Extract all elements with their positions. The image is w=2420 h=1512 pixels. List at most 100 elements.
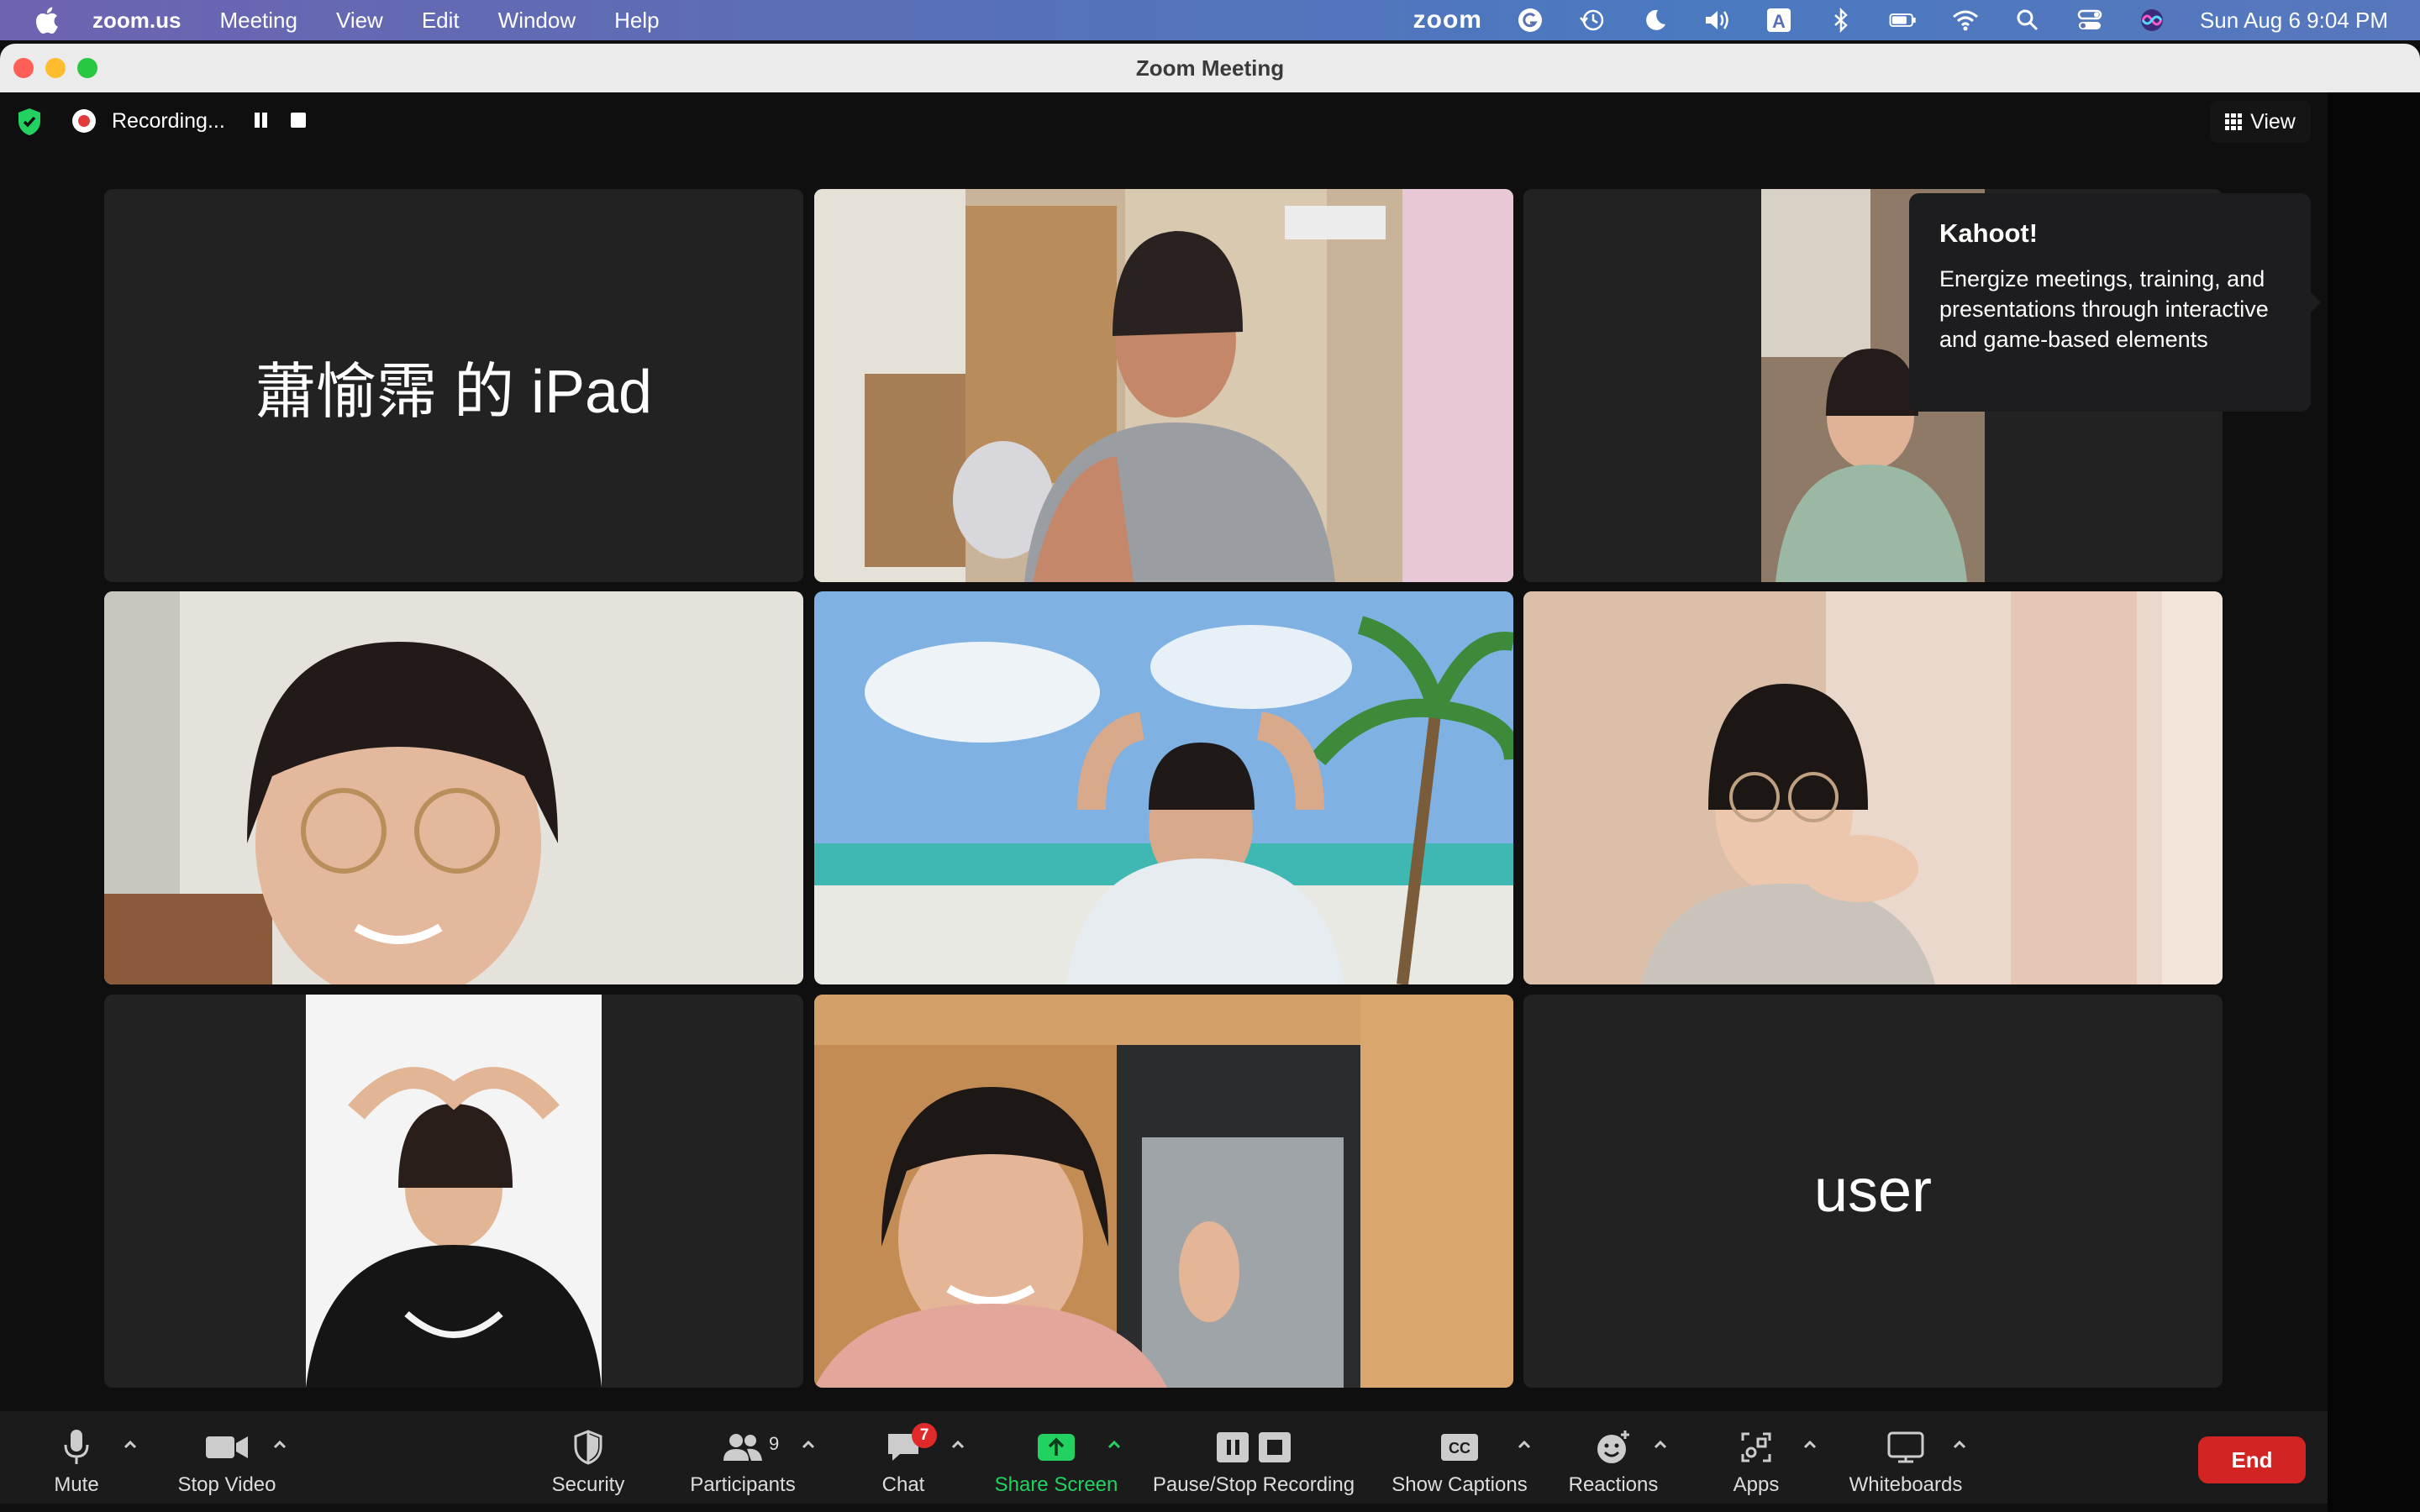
closed-captions-icon: CC (1439, 1428, 1480, 1467)
whiteboard-icon (1886, 1428, 1925, 1467)
end-meeting-button[interactable]: End (2198, 1436, 2306, 1483)
video-camera-icon (204, 1428, 250, 1467)
volume-icon[interactable] (1702, 6, 1731, 34)
apps-button[interactable]: Apps (1714, 1411, 1798, 1504)
share-screen-button[interactable]: Share Screen (992, 1411, 1121, 1504)
apple-logo-icon[interactable] (34, 7, 59, 34)
tooltip-title: Kahoot! (1939, 218, 2039, 248)
participant-name: user (1813, 1158, 1933, 1225)
participants-button[interactable]: 9 Participants (681, 1411, 805, 1504)
spotlight-icon[interactable] (2013, 6, 2042, 34)
maximize-window-button[interactable] (77, 58, 97, 78)
participant-tile-5[interactable] (814, 591, 1513, 984)
chat-bubble-icon: 7 (885, 1423, 937, 1467)
participant-tile-user[interactable]: user (1523, 995, 2223, 1388)
chat-options-chevron-up-icon[interactable] (950, 1436, 966, 1453)
participant-video (814, 995, 1513, 1388)
stop-video-button[interactable]: Stop Video (168, 1411, 286, 1504)
participant-tile-6[interactable] (1523, 591, 2223, 984)
encryption-shield-icon[interactable] (15, 107, 44, 137)
recording-indicator-icon (72, 109, 96, 133)
view-label: View (2250, 109, 2296, 134)
microphone-icon (62, 1428, 91, 1467)
security-label: Security (551, 1473, 625, 1496)
participant-video (814, 591, 1513, 984)
show-captions-label: Show Captions (1392, 1473, 1528, 1496)
participant-tile-ipad[interactable]: 蕭愉霈 的 iPad (104, 189, 803, 582)
security-shield-icon (571, 1428, 605, 1467)
kahoot-app-tooltip[interactable]: Kahoot! Energize meetings, training, and… (1909, 193, 2321, 412)
wifi-icon[interactable] (1951, 6, 1980, 34)
macos-menu-bar: zoom.us Meeting View Edit Window Help zo… (0, 0, 2420, 40)
participants-options-chevron-up-icon[interactable] (800, 1436, 817, 1453)
participant-name: 蕭愉霈 的 iPad (255, 358, 653, 426)
time-machine-icon[interactable] (1578, 6, 1607, 34)
chat-unread-badge: 7 (912, 1423, 937, 1448)
input-source-icon[interactable]: A (1765, 6, 1793, 34)
close-window-button[interactable] (13, 58, 34, 78)
participant-tile-active-speaker[interactable] (814, 189, 1513, 582)
pause-stop-recording-icon (1213, 1428, 1294, 1467)
menu-window[interactable]: Window (498, 8, 576, 34)
pause-recording-button[interactable] (252, 111, 269, 129)
participant-tile-7[interactable] (104, 995, 803, 1388)
security-button[interactable]: Security (538, 1411, 639, 1504)
grammarly-icon[interactable] (1516, 6, 1544, 34)
participants-label: Participants (690, 1473, 796, 1496)
moon-icon[interactable] (1640, 6, 1669, 34)
menu-app-name[interactable]: zoom.us (92, 8, 181, 34)
menu-help[interactable]: Help (614, 8, 659, 34)
meeting-top-bar: Recording... View (0, 92, 2420, 151)
reactions-label: Reactions (1568, 1473, 1659, 1496)
battery-icon[interactable] (1889, 6, 1918, 34)
meeting-controls-toolbar: Mute Stop Video Security 9 Participants … (0, 1411, 2328, 1504)
apps-options-chevron-up-icon[interactable] (1802, 1436, 1818, 1453)
share-screen-arrow-icon (1036, 1428, 1076, 1467)
chat-button[interactable]: 7 Chat (865, 1411, 941, 1504)
audio-options-chevron-up-icon[interactable] (122, 1436, 139, 1453)
show-captions-button[interactable]: CC Show Captions (1386, 1411, 1533, 1504)
emoji-reaction-icon (1595, 1428, 1632, 1467)
grid-view-icon (2225, 113, 2243, 130)
clock-datetime[interactable]: Sun Aug 6 9:04 PM (2200, 8, 2388, 34)
stop-video-label: Stop Video (177, 1473, 276, 1496)
window-right-margin (2328, 92, 2420, 1512)
siri-icon[interactable] (2138, 6, 2166, 34)
whiteboards-label: Whiteboards (1849, 1473, 1963, 1496)
share-screen-label: Share Screen (994, 1473, 1118, 1496)
recording-status-label: Recording... (112, 109, 225, 133)
svg-text:A: A (1772, 11, 1786, 32)
zoom-status-icon[interactable]: zoom (1413, 6, 1482, 34)
menu-edit[interactable]: Edit (422, 8, 460, 34)
menu-meeting[interactable]: Meeting (219, 8, 297, 34)
participants-icon: 9 (722, 1428, 779, 1467)
whiteboards-button[interactable]: Whiteboards (1840, 1411, 1971, 1504)
reactions-options-chevron-up-icon[interactable] (1652, 1436, 1669, 1453)
apps-label: Apps (1733, 1473, 1780, 1496)
video-options-chevron-up-icon[interactable] (271, 1436, 288, 1453)
reactions-button[interactable]: Reactions (1561, 1411, 1665, 1504)
svg-text:CC: CC (1449, 1440, 1470, 1457)
captions-options-chevron-up-icon[interactable] (1516, 1436, 1533, 1453)
apps-icon (1739, 1428, 1773, 1467)
control-center-icon[interactable] (2075, 6, 2104, 34)
participant-video (1523, 591, 2223, 984)
pause-stop-recording-button[interactable]: Pause/Stop Recording (1148, 1411, 1360, 1504)
minimize-window-button[interactable] (45, 58, 66, 78)
menu-view[interactable]: View (336, 8, 383, 34)
view-button[interactable]: View (2210, 101, 2311, 143)
participant-tile-4[interactable] (104, 591, 803, 984)
whiteboards-options-chevron-up-icon[interactable] (1951, 1436, 1968, 1453)
bluetooth-icon[interactable] (1827, 6, 1855, 34)
participant-video (814, 189, 1513, 582)
share-options-chevron-up-icon[interactable] (1106, 1436, 1123, 1453)
pause-stop-recording-label: Pause/Stop Recording (1152, 1473, 1355, 1496)
mute-button[interactable]: Mute (34, 1411, 119, 1504)
participant-video (306, 995, 602, 1388)
participant-tile-8[interactable] (814, 995, 1513, 1388)
chat-label: Chat (881, 1473, 925, 1496)
stop-recording-button[interactable] (291, 113, 306, 128)
participant-video (104, 591, 803, 984)
participants-count: 9 (769, 1433, 780, 1454)
mute-label: Mute (54, 1473, 99, 1496)
